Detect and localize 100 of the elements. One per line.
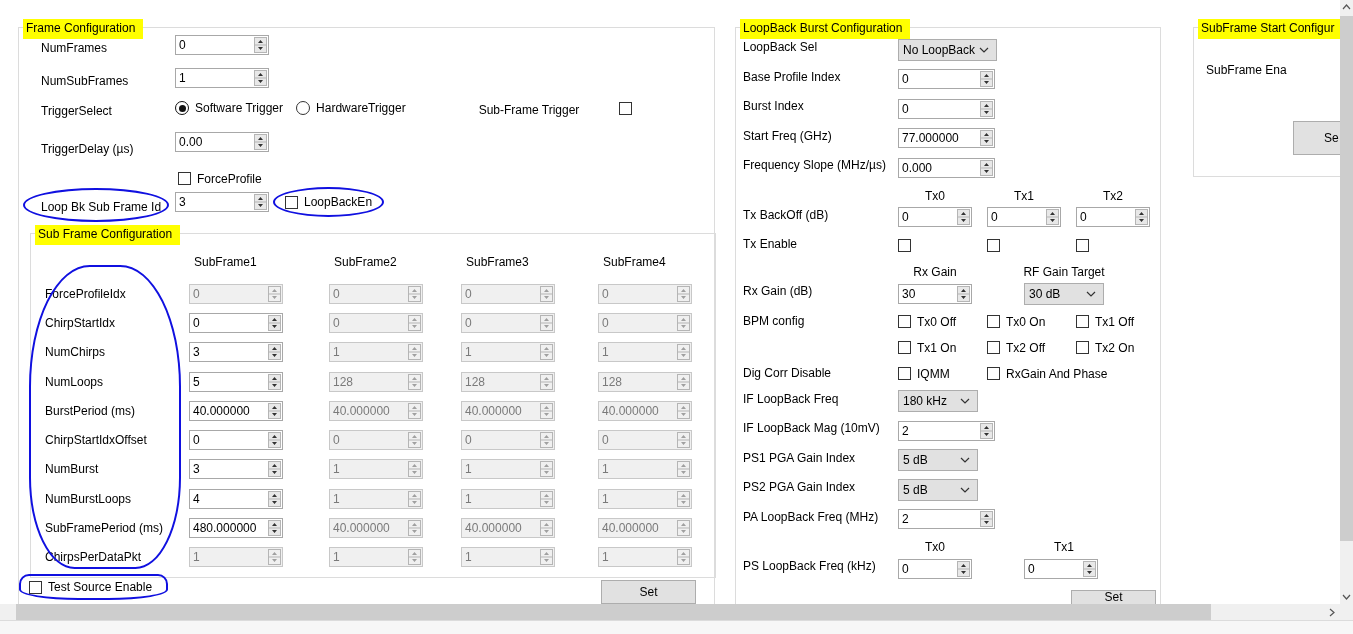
up-down-arrows-icon[interactable]	[980, 511, 993, 528]
dropdown[interactable]: No LoopBack	[898, 38, 997, 61]
column-header: Tx2	[1103, 188, 1123, 203]
column-header: Tx1	[1054, 540, 1074, 554]
spin-box[interactable]: 30	[898, 283, 972, 304]
dropdown[interactable]: 5 dB	[898, 449, 978, 472]
column-header: Tx0	[925, 188, 945, 203]
radio-button[interactable]: Software Trigger	[175, 101, 284, 115]
up-down-arrows-icon[interactable]	[1135, 209, 1148, 226]
up-down-arrows-icon[interactable]	[980, 100, 993, 117]
spin-box[interactable]: 0	[898, 207, 972, 228]
up-down-arrows-icon[interactable]	[254, 194, 267, 210]
up-down-arrows-icon[interactable]	[1083, 560, 1096, 577]
dropdown[interactable]: 180 kHz	[898, 390, 978, 413]
up-down-arrows-icon[interactable]	[957, 560, 970, 577]
field-label: PS LoopBack Freq (kHz)	[743, 559, 876, 573]
checkbox[interactable]: LoopBackEn	[285, 195, 373, 209]
checkbox[interactable]	[619, 101, 633, 115]
column-header: SubFrame4	[602, 255, 667, 269]
checkbox[interactable]: ForceProfile	[178, 171, 262, 186]
checkbox[interactable]: Tx2 On	[1076, 340, 1135, 355]
up-down-arrows-icon[interactable]	[268, 344, 281, 361]
up-down-arrows-icon[interactable]	[1046, 209, 1059, 226]
spin-box[interactable]: 77.000000	[898, 128, 995, 149]
field-label: ChirpStartIdx	[45, 315, 117, 330]
column-header: RF Gain Target	[1023, 265, 1105, 279]
up-down-arrows-icon[interactable]	[268, 490, 281, 507]
spin-box[interactable]: 0	[1024, 558, 1098, 579]
up-down-arrows-icon[interactable]	[254, 134, 267, 150]
scroll-down-icon[interactable]	[1342, 594, 1351, 600]
set-button[interactable]: Set	[1071, 589, 1156, 604]
spin-box[interactable]: 480.000000	[189, 518, 283, 538]
chevron-down-icon	[960, 398, 970, 405]
column-header: SubFrame2	[333, 255, 398, 269]
spin-box[interactable]: 0.00	[175, 132, 269, 152]
spin-box[interactable]: 3	[189, 342, 283, 363]
field-label: Frequency Slope (MHz/µs)	[743, 158, 886, 172]
up-down-arrows-icon[interactable]	[268, 520, 281, 536]
column-header: SubFrame3	[465, 255, 530, 269]
spin-box[interactable]: 0	[189, 430, 283, 451]
checkbox[interactable]	[987, 239, 1000, 252]
spin-box[interactable]: 3	[175, 192, 269, 212]
spin-box[interactable]: 0.000	[898, 157, 995, 178]
up-down-arrows-icon[interactable]	[268, 432, 281, 449]
dropdown[interactable]: 5 dB	[898, 478, 978, 501]
up-down-arrows-icon[interactable]	[980, 71, 993, 88]
up-down-arrows-icon[interactable]	[980, 130, 993, 147]
spin-box[interactable]: 2	[898, 509, 995, 530]
field-label: TriggerDelay (µs)	[41, 142, 134, 156]
spin-box[interactable]: 4	[189, 488, 283, 509]
spin-box[interactable]: 0	[898, 98, 995, 119]
field-label: IF LoopBack Freq	[743, 391, 839, 406]
spin-box[interactable]: 0	[898, 69, 995, 90]
field-label: Rx Gain (dB)	[743, 284, 813, 298]
spin-box[interactable]: 1	[175, 68, 269, 88]
dropdown[interactable]: 30 dB	[1024, 282, 1104, 305]
spin-box[interactable]: 3	[189, 459, 283, 480]
up-down-arrows-icon[interactable]	[268, 461, 281, 478]
scroll-right-icon[interactable]	[1329, 607, 1335, 617]
field-label: BPM config	[743, 313, 805, 328]
field-label: Tx BackOff (dB)	[743, 207, 829, 222]
field-label: Burst Index	[743, 99, 804, 113]
checkbox[interactable]	[1076, 239, 1089, 252]
field-label: NumFrames	[41, 41, 107, 55]
spin-box[interactable]: 2	[898, 420, 995, 441]
checkbox[interactable]: Test Source Enable	[29, 580, 153, 594]
spin-box[interactable]: 0	[1076, 207, 1150, 228]
field-label: Start Freq (GHz)	[743, 128, 832, 143]
spin-box[interactable]: 40.000000	[189, 400, 283, 421]
up-down-arrows-icon[interactable]	[268, 373, 281, 390]
spin-box[interactable]: 0	[175, 35, 269, 55]
field-label: NumChirps	[45, 345, 106, 360]
checkbox[interactable]: Tx1 On	[898, 340, 957, 355]
radio-button[interactable]: HardwareTrigger	[296, 101, 406, 115]
column-header: SubFrame1	[193, 255, 258, 269]
set-button[interactable]: Set	[601, 580, 696, 604]
up-down-arrows-icon[interactable]	[268, 314, 281, 331]
up-down-arrows-icon[interactable]	[268, 402, 281, 419]
checkbox[interactable]: IQMM	[898, 366, 950, 381]
field-label: SubFramePeriod (ms)	[45, 521, 165, 535]
checkbox[interactable]: Tx0 Off	[898, 314, 957, 329]
spin-box[interactable]: 0	[987, 207, 1061, 228]
up-down-arrows-icon[interactable]	[254, 70, 267, 86]
checkbox[interactable]: Tx0 On	[987, 314, 1046, 329]
up-down-arrows-icon[interactable]	[254, 37, 267, 53]
scroll-up-icon[interactable]	[1342, 4, 1351, 10]
checkbox[interactable]: Tx2 Off	[987, 340, 1046, 355]
spin-box[interactable]: 0	[898, 558, 972, 579]
checkbox[interactable]: RxGain And Phase	[987, 366, 1108, 381]
spin-box[interactable]: 0	[189, 312, 283, 333]
spin-box[interactable]: 5	[189, 371, 283, 392]
checkbox[interactable]	[898, 239, 911, 252]
chevron-down-icon	[960, 457, 970, 464]
up-down-arrows-icon[interactable]	[957, 285, 970, 302]
checkbox[interactable]: Tx1 Off	[1076, 314, 1135, 329]
up-down-arrows-icon[interactable]	[980, 159, 993, 176]
group-title: Sub Frame Configuration	[35, 225, 181, 245]
up-down-arrows-icon[interactable]	[957, 209, 970, 226]
up-down-arrows-icon[interactable]	[980, 422, 993, 439]
set-button[interactable]: Se	[1293, 121, 1340, 155]
